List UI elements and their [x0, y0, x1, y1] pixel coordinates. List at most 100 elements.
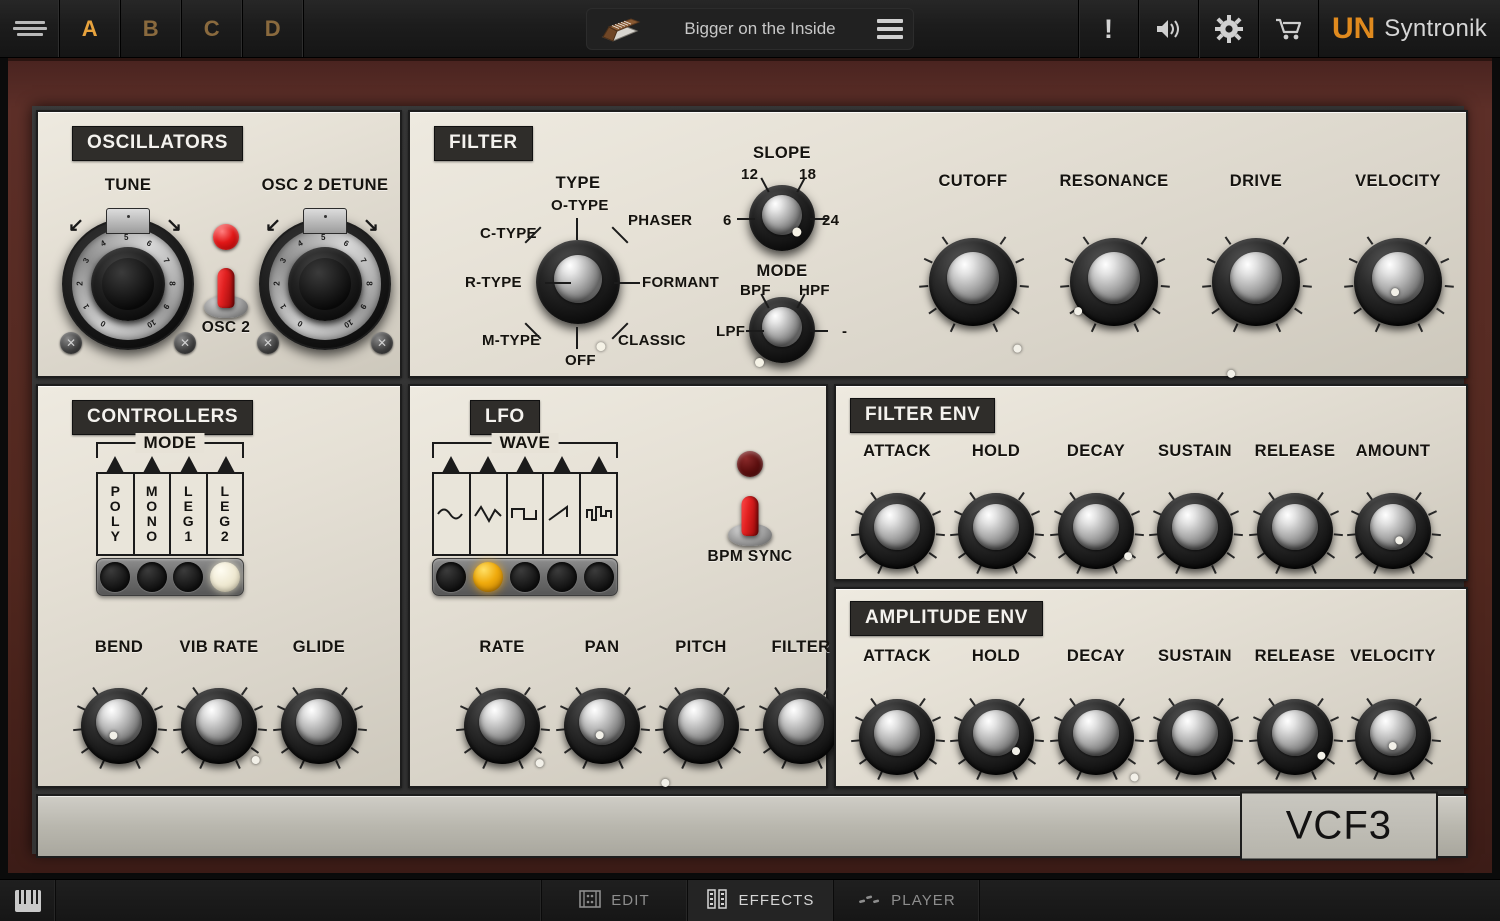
wave-button-square[interactable] — [509, 562, 540, 592]
brand-mark-icon: UN — [1331, 12, 1376, 45]
vib-rate-knob[interactable] — [172, 679, 266, 773]
aenv-velocity-knob[interactable] — [1346, 690, 1440, 784]
fenv-decay-knob[interactable] — [1049, 484, 1143, 578]
aenv-sustain-knob[interactable] — [1148, 690, 1242, 784]
fenv-sustain-knob[interactable] — [1148, 484, 1242, 578]
mode-label-leg1: LEG1 — [171, 474, 208, 554]
mode-carets — [96, 456, 244, 473]
caret-icon — [581, 456, 618, 473]
mode-bracket-label: MODE — [135, 433, 205, 453]
part-tab-b[interactable]: B — [121, 0, 182, 57]
caret-icon — [432, 456, 469, 473]
knob-cap — [1073, 504, 1119, 551]
type-option-classic[interactable]: CLASSIC — [618, 332, 686, 349]
bpm-sync-led — [737, 451, 763, 477]
amplitude-env-section: AMPLITUDE ENV ATTACK HOLD DECAY SUSTAIN … — [834, 587, 1468, 788]
filter-title: FILTER — [434, 126, 533, 161]
osc2-switch[interactable] — [203, 262, 249, 318]
fenv-attack-knob[interactable] — [850, 484, 944, 578]
knob-scale-number: 2 — [75, 281, 85, 286]
preset-list-icon[interactable] — [877, 19, 903, 39]
knob-scale-number: 9 — [358, 302, 369, 311]
slope-option-24[interactable]: 24 — [822, 212, 839, 229]
alert-icon[interactable]: ! — [1078, 0, 1138, 58]
mode-option-dash[interactable]: - — [842, 323, 847, 340]
slope-option-6[interactable]: 6 — [723, 212, 732, 229]
part-tab-c[interactable]: C — [182, 0, 243, 57]
bend-knob[interactable] — [72, 679, 166, 773]
glide-label: GLIDE — [292, 638, 346, 656]
knob-cap — [1372, 251, 1424, 304]
instrument-panel: OSCILLATORS TUNE OSC 2 DETUNE 0123456789… — [32, 106, 1468, 861]
type-option-r-type[interactable]: R-TYPE — [465, 274, 522, 291]
knob-scale-number: 6 — [342, 238, 351, 249]
type-tick-line — [576, 218, 578, 240]
mode-button-leg1[interactable] — [173, 562, 204, 592]
detune-arrow-left: ↙ — [265, 215, 281, 236]
mode-button-poly[interactable] — [100, 562, 131, 592]
drive-knob[interactable] — [1201, 227, 1311, 337]
part-tab-d[interactable]: D — [243, 0, 304, 57]
cutoff-label: CUTOFF — [938, 172, 1008, 190]
mode-button-leg2[interactable] — [209, 562, 240, 592]
aenv-release-knob[interactable] — [1248, 690, 1342, 784]
speaker-icon[interactable] — [1138, 0, 1198, 58]
fenv-release-knob[interactable] — [1248, 484, 1342, 578]
tab-effects[interactable]: EFFECTS — [688, 880, 834, 921]
knob-cap — [874, 504, 920, 551]
knob-scale-number: 3 — [81, 256, 92, 265]
keyboard-toggle-button[interactable] — [0, 880, 56, 921]
cart-icon[interactable] — [1258, 0, 1318, 58]
model-name: VCF3 — [1239, 791, 1438, 861]
tab-player[interactable]: PLAYER — [834, 880, 980, 921]
filter-env-title: FILTER ENV — [850, 398, 996, 433]
mode-tick-line — [810, 330, 828, 332]
aenv-hold-knob[interactable] — [949, 690, 1043, 784]
vib-rate-label: VIB RATE — [179, 638, 259, 656]
filter-velocity-knob[interactable] — [1343, 227, 1453, 337]
bpm-sync-switch[interactable] — [727, 490, 773, 546]
type-option-o-type[interactable]: O-TYPE — [551, 197, 609, 214]
lfo-pan-knob[interactable] — [555, 679, 649, 773]
gear-icon[interactable] — [1198, 0, 1258, 58]
type-option-formant[interactable]: FORMANT — [642, 274, 719, 291]
knob-cap — [196, 699, 242, 746]
aenv-attack-knob[interactable] — [850, 690, 944, 784]
type-option-m-type[interactable]: M-TYPE — [482, 332, 540, 349]
cutoff-knob[interactable] — [918, 227, 1028, 337]
aenv-decay-knob[interactable] — [1049, 690, 1143, 784]
screw-right — [174, 332, 196, 354]
lfo-pitch-knob[interactable] — [654, 679, 748, 773]
tab-edit[interactable]: EDIT — [542, 880, 688, 921]
knob-cap — [1370, 504, 1416, 551]
wave-button-sine[interactable] — [436, 562, 467, 592]
knob-cap — [874, 710, 920, 757]
slope-knob[interactable] — [749, 185, 815, 251]
wave-button-saw[interactable] — [546, 562, 577, 592]
slope-tick-line — [810, 218, 828, 220]
mode-option-bpf[interactable]: BPF — [740, 282, 771, 299]
knob-pointer — [1225, 336, 1258, 382]
caret-icon — [544, 456, 581, 473]
preset-browser[interactable]: Bigger on the Inside — [586, 8, 914, 50]
wave-button-random[interactable] — [583, 562, 614, 592]
wave-icon-triangle — [471, 474, 508, 554]
mode-led-strip — [96, 558, 244, 596]
wave-button-triangle[interactable] — [473, 562, 504, 592]
resonance-knob[interactable] — [1059, 227, 1169, 337]
part-tab-a[interactable]: A — [60, 0, 121, 57]
type-option-off[interactable]: OFF — [565, 352, 596, 369]
mode-option-lpf[interactable]: LPF — [716, 323, 745, 340]
oscillators-section: OSCILLATORS TUNE OSC 2 DETUNE 0123456789… — [36, 110, 402, 378]
mode-label-leg2: LEG2 — [219, 483, 231, 544]
lfo-rate-knob[interactable] — [455, 679, 549, 773]
mode-button-mono[interactable] — [136, 562, 167, 592]
bottom-toolbar: EDIT EFFECTS PLAYER — [0, 879, 1500, 921]
type-option-phaser[interactable]: PHASER — [628, 212, 692, 229]
wave-icon-saw — [544, 474, 582, 554]
slope-option-12[interactable]: 12 — [741, 166, 758, 183]
fenv-amount-knob[interactable] — [1346, 484, 1440, 578]
glide-knob[interactable] — [272, 679, 366, 773]
main-menu-button[interactable] — [0, 0, 60, 57]
fenv-hold-knob[interactable] — [949, 484, 1043, 578]
